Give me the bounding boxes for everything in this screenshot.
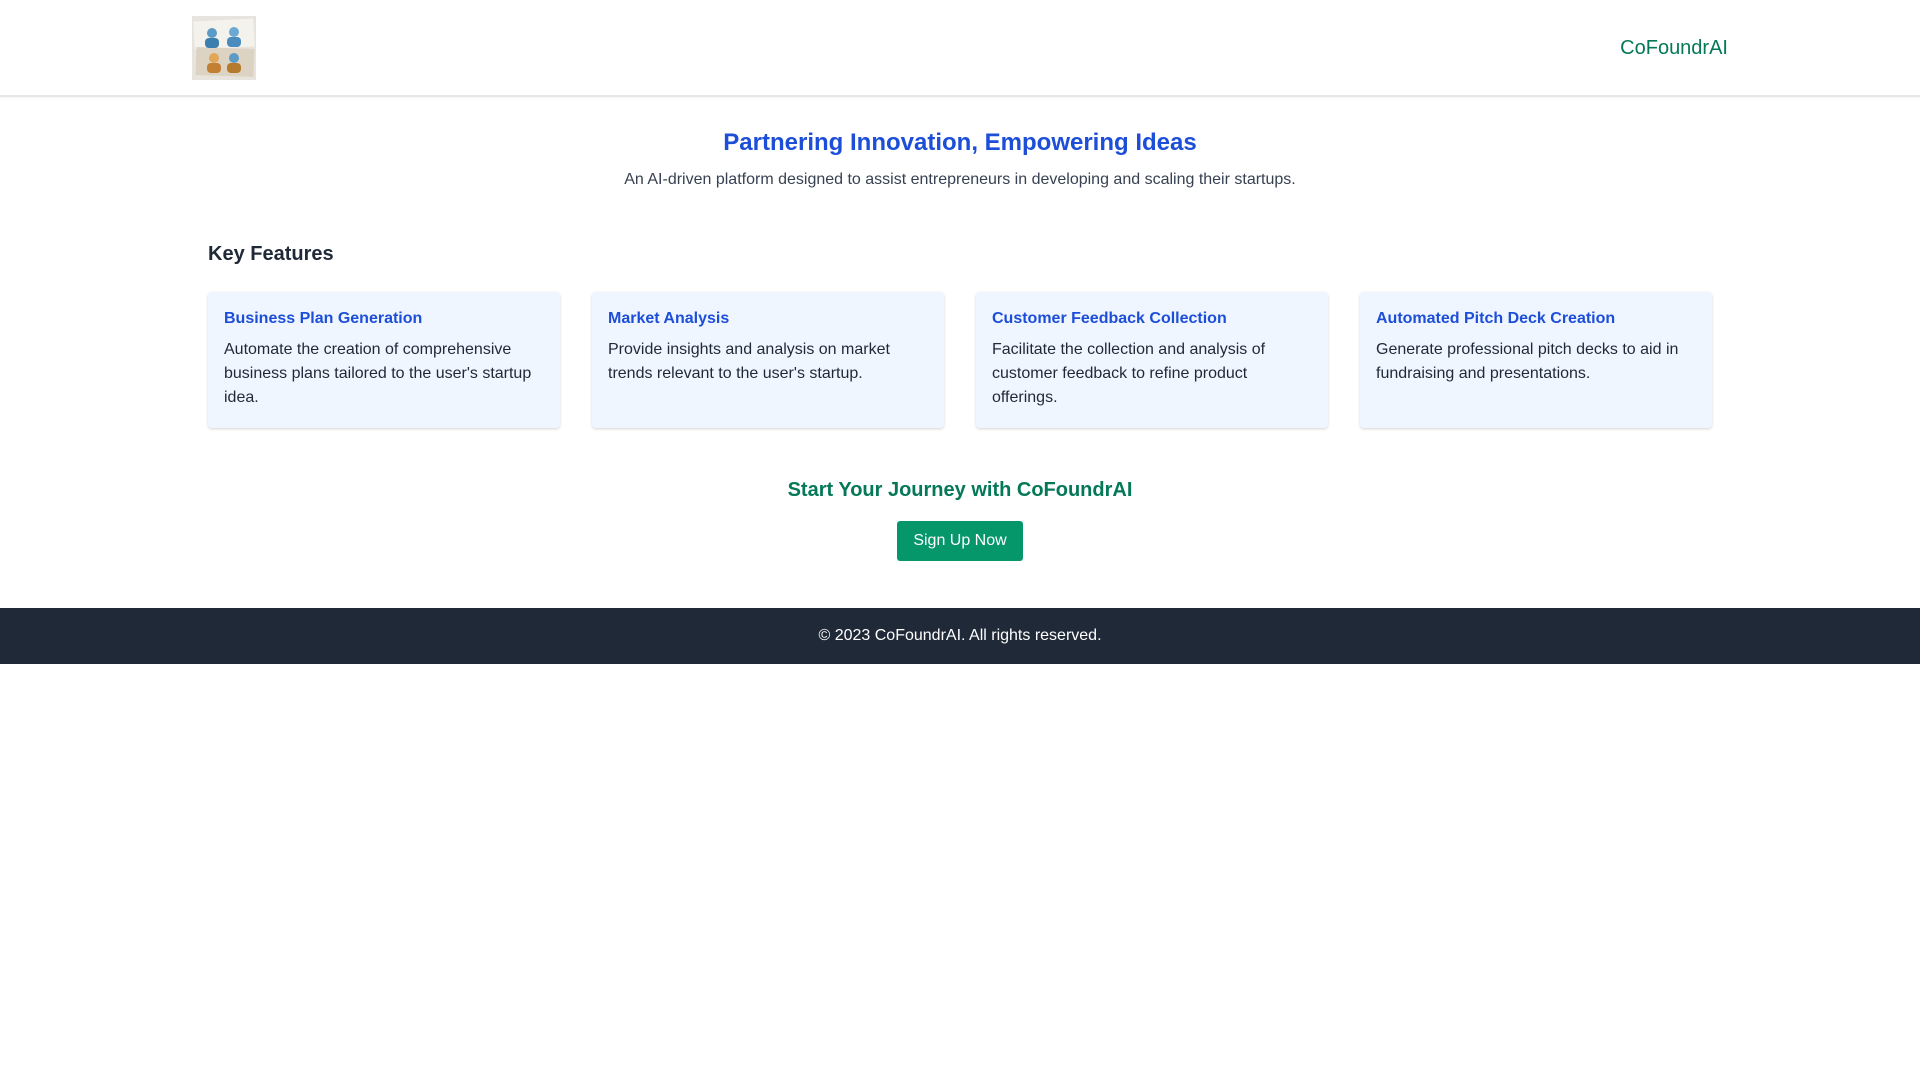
site-header: CoFoundrAI (0, 0, 1920, 97)
feature-description: Generate professional pitch decks to aid… (1376, 341, 1679, 382)
feature-card-business-plan: Business Plan Generation Automate the cr… (208, 292, 560, 428)
hero-section: Partnering Innovation, Empowering Ideas … (0, 126, 1920, 192)
feature-card-customer-feedback: Customer Feedback Collection Facilitate … (976, 292, 1328, 428)
feature-description: Facilitate the collection and analysis o… (992, 341, 1266, 406)
features-grid: Business Plan Generation Automate the cr… (208, 292, 1712, 428)
feature-description: Automate the creation of comprehensive b… (224, 341, 532, 406)
cta-title: Start Your Journey with CoFoundrAI (787, 479, 1133, 501)
hero-subtitle: An AI-driven platform designed to assist… (624, 171, 1296, 188)
brand-link[interactable]: CoFoundrAI (1620, 36, 1728, 60)
logo-link[interactable] (192, 16, 256, 80)
feature-card-pitch-deck: Automated Pitch Deck Creation Generate p… (1360, 292, 1712, 428)
feature-description: Provide insights and analysis on market … (608, 341, 890, 382)
feature-card-market-analysis: Market Analysis Provide insights and ana… (592, 292, 944, 428)
cta-section: Start Your Journey with CoFoundrAI Sign … (0, 475, 1920, 561)
sign-up-button[interactable]: Sign Up Now (897, 521, 1023, 561)
site-footer: © 2023 CoFoundrAI. All rights reserved. (0, 608, 1920, 664)
feature-title: Customer Feedback Collection (992, 310, 1227, 327)
cofounder-team-logo-icon (192, 16, 256, 80)
feature-title: Business Plan Generation (224, 310, 423, 327)
feature-title: Market Analysis (608, 310, 730, 327)
feature-title: Automated Pitch Deck Creation (1376, 310, 1616, 327)
footer-copyright: © 2023 CoFoundrAI. All rights reserved. (818, 627, 1102, 644)
hero-title: Partnering Innovation, Empowering Ideas (723, 129, 1197, 156)
features-heading: Key Features (208, 243, 334, 265)
